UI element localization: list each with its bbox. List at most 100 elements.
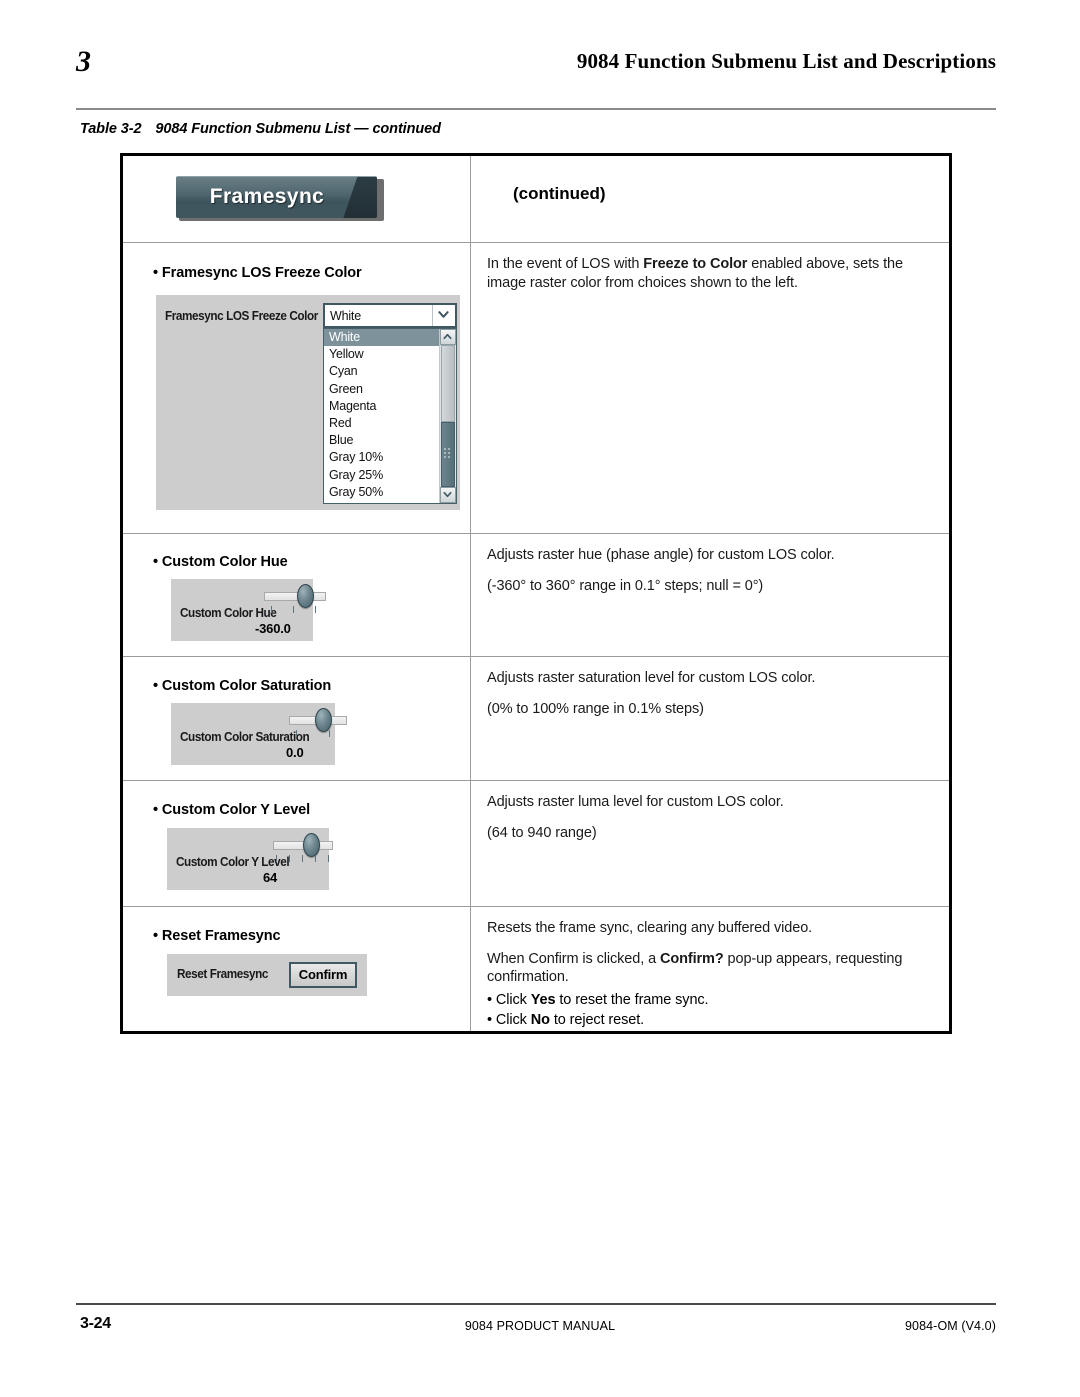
slider-thumb[interactable] <box>303 833 320 857</box>
desc-text-bold: Freeze to Color <box>643 256 748 272</box>
reset-framesync-label: Reset Framesync <box>177 967 268 981</box>
confirm-button[interactable]: Confirm <box>289 962 357 988</box>
row-5-cell-left: • Reset Framesync Reset Framesync Confir… <box>123 907 471 1031</box>
row-1-cell-left: • Framesync LOS Freeze Color Framesync L… <box>123 243 471 533</box>
table-row: • Custom Color Hue Custom Color Hue -360… <box>123 534 949 657</box>
scrollbar-grip-icon <box>443 447 452 461</box>
dropdown-option[interactable]: White <box>324 329 439 347</box>
row-5-bullet-yes: • Click Yes to reset the frame sync. <box>487 991 933 1010</box>
framesync-tab-label: Framesync <box>209 185 325 208</box>
manual-page: 3 9084 Function Submenu List and Descrip… <box>0 0 1080 1397</box>
tick-mark <box>329 730 330 737</box>
desc-text-a: When Confirm is clicked, a <box>487 950 660 967</box>
slider-thumb[interactable] <box>315 708 332 732</box>
table-row: • Custom Color Y Level Custom Color Y Le… <box>123 781 949 907</box>
row-5-cell-right: Resets the frame sync, clearing any buff… <box>471 907 949 1031</box>
running-head-title: 9084 Function Submenu List and Descripti… <box>576 49 996 73</box>
custom-color-y-level-panel: Custom Color Y Level 64 <box>167 828 333 890</box>
tick-mark <box>289 855 290 862</box>
table-caption-number: Table 3-2 <box>80 121 142 137</box>
table-row: • Custom Color Saturation Custom Color S… <box>123 657 949 781</box>
bullet-reset-framesync: • Reset Framesync <box>153 928 281 944</box>
scrollbar-track[interactable] <box>440 345 456 487</box>
dropdown-option[interactable]: Black <box>324 501 439 503</box>
dropdown-option[interactable]: Red <box>324 415 439 432</box>
tick-mark <box>293 606 294 613</box>
tick-mark <box>296 730 297 737</box>
dropdown-option[interactable]: Gray 10% <box>324 449 439 466</box>
header-rule <box>76 108 996 110</box>
custom-color-saturation-panel: Custom Color Saturation 0.0 <box>171 703 347 765</box>
table-caption: Table 3-2 9084 Function Submenu List — co… <box>80 121 441 137</box>
framesync-tab[interactable]: Framesync <box>176 176 384 221</box>
los-freeze-color-panel: Framesync LOS Freeze Color White White Y… <box>156 295 460 510</box>
header-cell-left: Framesync <box>123 156 471 242</box>
bullet-text-bold: No <box>530 1012 550 1028</box>
row-5-description-line2: When Confirm is clicked, a Confirm? pop-… <box>487 950 933 987</box>
bullet-text-c: to reset the frame sync. <box>555 991 709 1008</box>
scroll-down-icon[interactable] <box>440 487 456 503</box>
tick-mark <box>315 855 316 862</box>
los-freeze-color-value: White <box>330 308 361 323</box>
dropdown-scrollbar[interactable] <box>439 329 456 503</box>
bullet-custom-color-saturation: • Custom Color Saturation <box>153 678 332 694</box>
row-5-bullet-no: • Click No to reject reset. <box>487 1011 933 1030</box>
slider-ticks <box>273 855 333 863</box>
row-2-description-line1: Adjusts raster hue (phase angle) for cus… <box>487 547 835 563</box>
chapter-number: 3 <box>76 45 91 78</box>
custom-color-hue-panel: Custom Color Hue -360.0 <box>171 579 326 641</box>
row-3-description-line1: Adjusts raster saturation level for cust… <box>487 670 816 686</box>
bullet-custom-color-y-level: • Custom Color Y Level <box>153 802 311 818</box>
dropdown-option[interactable]: Green <box>324 381 439 398</box>
row-2-cell-left: • Custom Color Hue Custom Color Hue -360… <box>123 534 471 656</box>
running-head: 3 9084 Function Submenu List and Descrip… <box>76 44 996 96</box>
footer-rule <box>76 1303 996 1305</box>
table-header-row: Framesync (continued) <box>123 156 949 243</box>
desc-text-bold: Confirm? <box>659 950 724 967</box>
slider-ticks <box>264 606 326 614</box>
chevron-down-icon[interactable] <box>432 305 455 326</box>
row-4-description-line2: (64 to 940 range) <box>487 824 597 841</box>
los-freeze-color-combobox[interactable]: White <box>323 303 457 328</box>
dropdown-option[interactable]: Gray 50% <box>324 484 439 501</box>
tick-mark <box>315 606 316 613</box>
row-3-cell-right: Adjusts raster saturation level for cust… <box>471 657 949 780</box>
table-row: • Framesync LOS Freeze Color Framesync L… <box>123 243 949 534</box>
row-1-description: In the event of LOS with Freeze to Color… <box>487 255 933 292</box>
row-2-cell-right: Adjusts raster hue (phase angle) for cus… <box>471 534 949 656</box>
tick-mark <box>276 855 277 862</box>
bullet-framesync-los-freeze-color: • Framesync LOS Freeze Color <box>153 265 362 281</box>
los-freeze-color-dropdown-list[interactable]: White Yellow Cyan Green Magenta Red Blue… <box>323 328 457 504</box>
dropdown-option[interactable]: Blue <box>324 432 439 449</box>
slider-track[interactable] <box>264 592 326 601</box>
continued-label: (continued) <box>513 184 606 203</box>
custom-color-saturation-value: 0.0 <box>286 745 304 760</box>
desc-text-a: In the event of LOS with <box>487 256 644 272</box>
custom-color-y-level-value: 64 <box>263 870 278 885</box>
los-freeze-color-label: Framesync LOS Freeze Color <box>165 309 318 323</box>
row-4-cell-right: Adjusts raster luma level for custom LOS… <box>471 781 949 906</box>
slider-ticks <box>289 730 347 738</box>
scroll-up-icon[interactable] <box>440 329 456 345</box>
scrollbar-thumb-upper[interactable] <box>441 345 455 422</box>
scrollbar-thumb[interactable] <box>441 421 455 487</box>
bullet-text-a: • Click <box>487 991 531 1008</box>
bullet-custom-color-hue: • Custom Color Hue <box>153 554 288 570</box>
dropdown-option[interactable]: Cyan <box>324 363 439 380</box>
document-id: 9084-OM (V4.0) <box>904 1319 996 1333</box>
row-4-description-line1: Adjusts raster luma level for custom LOS… <box>487 794 784 810</box>
row-4-cell-left: • Custom Color Y Level Custom Color Y Le… <box>123 781 471 906</box>
custom-color-y-level-slider[interactable] <box>273 833 333 875</box>
row-5-description-line1: Resets the frame sync, clearing any buff… <box>487 920 813 936</box>
bullet-text-bold: Yes <box>530 991 556 1008</box>
tick-mark <box>271 606 272 613</box>
row-3-description-line2: (0% to 100% range in 0.1% steps) <box>487 700 704 717</box>
dropdown-option[interactable]: Yellow <box>324 346 439 363</box>
row-1-cell-right: In the event of LOS with Freeze to Color… <box>471 243 949 533</box>
tick-mark <box>302 855 303 862</box>
dropdown-options: White Yellow Cyan Green Magenta Red Blue… <box>324 329 439 503</box>
dropdown-option[interactable]: Gray 25% <box>324 467 439 484</box>
table-row: • Reset Framesync Reset Framesync Confir… <box>123 907 949 1031</box>
slider-thumb[interactable] <box>297 584 314 608</box>
dropdown-option[interactable]: Magenta <box>324 398 439 415</box>
